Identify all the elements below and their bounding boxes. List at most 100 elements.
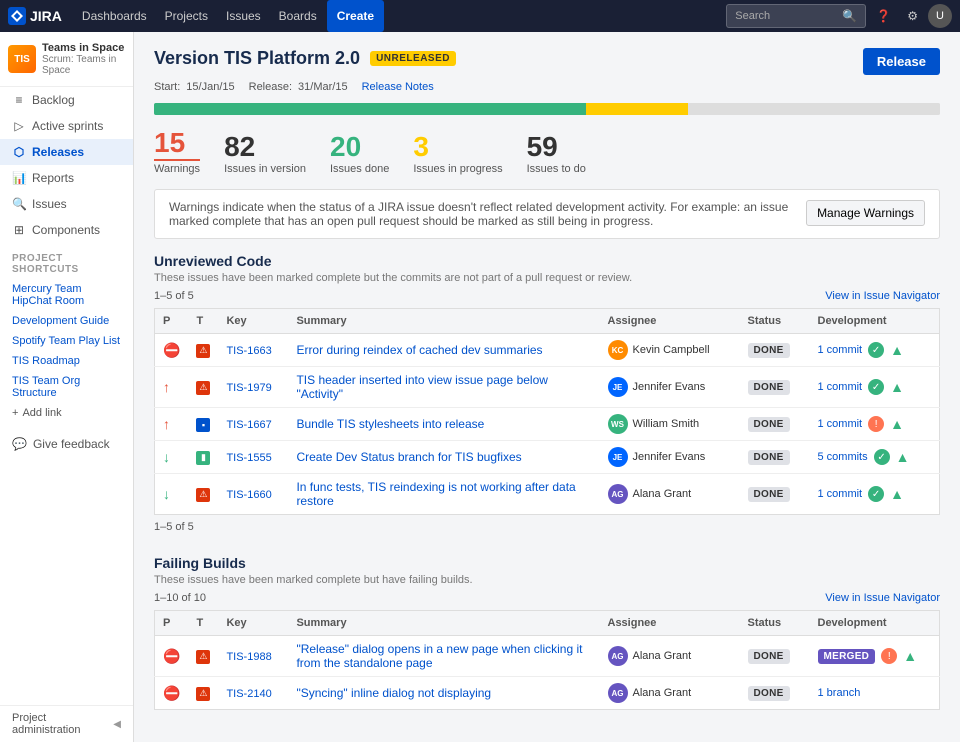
issue-summary-link[interactable]: TIS header inserted into view issue page… <box>296 373 547 401</box>
issue-key-link[interactable]: TIS-1667 <box>226 419 271 431</box>
unreviewed-subtitle: These issues have been marked complete b… <box>154 272 940 284</box>
sidebar-item-backlog[interactable]: ≡ Backlog <box>0 87 133 113</box>
stat-issues-in-version-number: 82 <box>224 133 306 161</box>
dev-arrow-icon: ▲ <box>890 416 904 432</box>
dev-commits-link[interactable]: 1 commit <box>818 344 863 356</box>
failing-navigator-link[interactable]: View in Issue Navigator <box>825 592 940 604</box>
unreviewed-title: Unreviewed Code <box>154 253 940 269</box>
issue-key-link[interactable]: TIS-1663 <box>226 345 271 357</box>
dev-arrow-icon: ▲ <box>890 342 904 358</box>
dev-commits-link[interactable]: 1 commit <box>818 488 863 500</box>
backlog-icon: ≡ <box>12 93 26 107</box>
release-date: 31/Mar/15 <box>298 81 348 93</box>
issue-summary-link[interactable]: "Release" dialog opens in a new page whe… <box>296 642 582 670</box>
cell-priority: ⛔ <box>155 334 189 367</box>
release-button[interactable]: Release <box>863 48 940 75</box>
settings-button[interactable]: ⚙ <box>901 5 924 27</box>
active-sprints-icon: ▷ <box>12 119 26 133</box>
nav-projects[interactable]: Projects <box>157 0 216 32</box>
cell-dev: 1 commit ✓ ▲ <box>810 334 940 367</box>
unreviewed-table-meta: 1–5 of 5 View in Issue Navigator <box>154 290 940 302</box>
project-info: Teams in Space Scrum: Teams in Space <box>42 42 125 76</box>
collapse-icon: ◀ <box>113 719 121 730</box>
warning-info-box: Warnings indicate when the status of a J… <box>154 189 940 239</box>
shortcut-org[interactable]: TIS Team Org Structure <box>0 371 133 403</box>
table-row: ↓ ⚠ TIS-1660 In func tests, TIS reindexi… <box>155 474 940 515</box>
priority-icon: ⛔ <box>163 685 180 701</box>
unreviewed-navigator-link[interactable]: View in Issue Navigator <box>825 290 940 302</box>
issue-key-link[interactable]: TIS-1555 <box>226 452 271 464</box>
sidebar-item-reports[interactable]: 📊 Reports <box>0 165 133 191</box>
failing-col-header-key: Key <box>218 611 288 636</box>
type-icon: ⚠ <box>196 650 210 664</box>
issue-key-link[interactable]: TIS-1660 <box>226 489 271 501</box>
failing-subtitle: These issues have been marked complete b… <box>154 574 940 586</box>
type-icon: ⚠ <box>196 344 210 358</box>
failing-col-header-p: P <box>155 611 189 636</box>
dev-commits-link[interactable]: 1 branch <box>818 687 861 699</box>
create-button[interactable]: Create <box>327 0 384 32</box>
sidebar-project-header[interactable]: TIS Teams in Space Scrum: Teams in Space <box>0 32 133 87</box>
assignee-cell: WS William Smith <box>608 414 732 434</box>
sidebar-label-active-sprints: Active sprints <box>32 119 103 133</box>
sidebar-item-active-sprints[interactable]: ▷ Active sprints <box>0 113 133 139</box>
issue-key-link[interactable]: TIS-2140 <box>226 688 271 700</box>
status-badge: DONE <box>748 343 790 358</box>
sidebar-item-components[interactable]: ⊞ Components <box>0 217 133 243</box>
nav-dashboards[interactable]: Dashboards <box>74 0 155 32</box>
dev-cell: 1 commit✓▲ <box>818 379 932 395</box>
failing-title: Failing Builds <box>154 555 940 571</box>
dev-commits-link[interactable]: 1 commit <box>818 418 863 430</box>
cell-key: TIS-1663 <box>218 334 288 367</box>
add-link-button[interactable]: + Add link <box>0 403 133 423</box>
failing-col-header-assignee: Assignee <box>600 611 740 636</box>
table-row: ↑ ▪ TIS-1667 Bundle TIS stylesheets into… <box>155 408 940 441</box>
sidebar-give-feedback[interactable]: 💬 Give feedback <box>0 431 133 457</box>
manage-warnings-button[interactable]: Manage Warnings <box>806 200 925 226</box>
issue-key-link[interactable]: TIS-1979 <box>226 382 271 394</box>
dev-commits-link[interactable]: 1 commit <box>818 381 863 393</box>
dev-commits-link[interactable]: 5 commits <box>818 451 868 463</box>
nav-issues[interactable]: Issues <box>218 0 269 32</box>
cell-priority: ⛔ <box>155 677 189 710</box>
topnav-right: Search 🔍 ❓ ⚙ U <box>726 4 952 28</box>
cell-priority: ↑ <box>155 367 189 408</box>
failing-table-meta: 1–10 of 10 View in Issue Navigator <box>154 592 940 604</box>
project-admin[interactable]: Project administration ◀ <box>0 705 133 742</box>
user-avatar[interactable]: U <box>928 4 952 28</box>
jira-logo[interactable]: JIRA <box>8 7 62 25</box>
help-button[interactable]: ❓ <box>870 5 897 27</box>
issue-summary-link[interactable]: Create Dev Status branch for TIS bugfixe… <box>296 450 521 464</box>
shortcut-roadmap[interactable]: TIS Roadmap <box>0 351 133 371</box>
dev-cell: 1 branch <box>818 687 932 699</box>
issue-summary-link[interactable]: Bundle TIS stylesheets into release <box>296 417 484 431</box>
issue-summary-link[interactable]: Error during reindex of cached dev summa… <box>296 343 542 357</box>
nav-items: Dashboards Projects Issues Boards Create <box>74 0 384 32</box>
dev-check-icon: ✓ <box>868 342 884 358</box>
search-placeholder: Search <box>735 10 770 22</box>
shortcut-hipcat[interactable]: Mercury Team HipChat Room <box>0 279 133 311</box>
cell-key: TIS-1988 <box>218 636 288 677</box>
issue-key-link[interactable]: TIS-1988 <box>226 651 271 663</box>
issue-summary-link[interactable]: In func tests, TIS reindexing is not wor… <box>296 480 575 508</box>
dev-arrow-icon: ▲ <box>896 449 910 465</box>
assignee-name: Jennifer Evans <box>633 381 706 393</box>
nav-boards[interactable]: Boards <box>271 0 325 32</box>
col-header-assignee: Assignee <box>600 309 740 334</box>
search-box[interactable]: Search 🔍 <box>726 4 866 28</box>
issue-summary-link[interactable]: "Syncing" inline dialog not displaying <box>296 686 491 700</box>
release-notes-link[interactable]: Release Notes <box>362 81 434 93</box>
assignee-cell: AG Alana Grant <box>608 646 732 666</box>
col-header-key: Key <box>218 309 288 334</box>
cell-dev: 1 branch <box>810 677 940 710</box>
cell-key: TIS-1660 <box>218 474 288 515</box>
stat-warnings[interactable]: 15 Warnings <box>154 129 200 175</box>
priority-icon: ↑ <box>163 416 170 432</box>
sidebar-item-releases[interactable]: ⬡ Releases <box>0 139 133 165</box>
shortcut-spotify[interactable]: Spotify Team Play List <box>0 331 133 351</box>
sidebar-item-issues[interactable]: 🔍 Issues <box>0 191 133 217</box>
components-icon: ⊞ <box>12 223 26 237</box>
cell-assignee: JE Jennifer Evans <box>600 441 740 474</box>
priority-icon: ↓ <box>163 449 170 465</box>
shortcut-dev-guide[interactable]: Development Guide <box>0 311 133 331</box>
